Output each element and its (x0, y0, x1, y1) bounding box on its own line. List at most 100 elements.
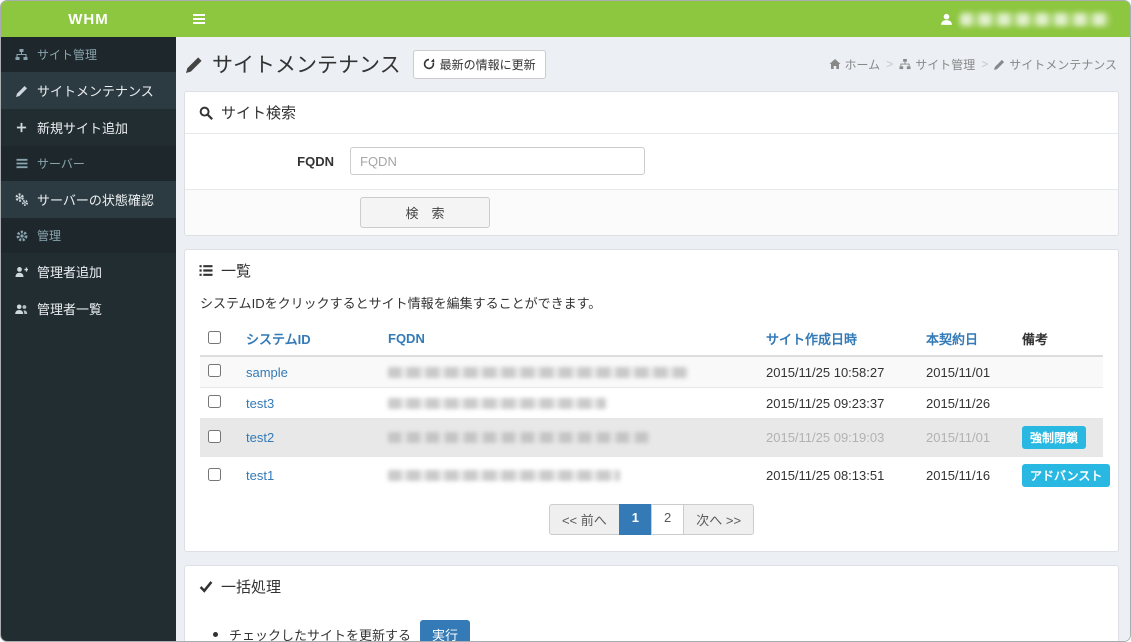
sidebar-item-add-admin[interactable]: 管理者追加 (1, 253, 176, 290)
contract-date-cell: 2015/11/01 (918, 355, 1014, 388)
batch-process-title: 一括処理 (221, 579, 282, 596)
row-select-cell (200, 355, 238, 388)
sidebar-item-label: 管理 (37, 229, 62, 243)
list-icon (199, 264, 213, 277)
bullet-icon (213, 632, 218, 637)
sidebar-item-label: サーバーの状態確認 (37, 193, 154, 208)
created-at-cell: 2015/11/25 09:19:03 (758, 418, 918, 457)
fqdn-label: FQDN (297, 153, 334, 169)
select-all-cell (200, 322, 238, 357)
check-icon (199, 580, 213, 593)
site-list-panel: 一覧 システムIDをクリックするとサイト情報を編集することができます。 システム… (184, 249, 1119, 552)
fqdn-cell (380, 418, 758, 457)
column-contract-date[interactable]: 本契約日 (918, 322, 1014, 357)
column-created-at[interactable]: サイト作成日時 (758, 322, 918, 357)
remark-cell: 強制閉鎖 (1014, 418, 1103, 457)
refresh-icon (423, 58, 435, 70)
sidebar-section-server: サーバー (1, 146, 176, 181)
main-content: サイトメンテナンス 最新の情報に更新 ホーム > サイト管理 > サイトメンテナ… (176, 37, 1130, 642)
fqdn-cell (380, 355, 758, 388)
status-badge: アドバンスト (1022, 464, 1111, 487)
status-badge: 強制閉鎖 (1022, 426, 1087, 449)
site-search-footer: 検 索 (185, 189, 1118, 235)
contract-date-cell: 2015/11/16 (918, 456, 1014, 494)
fqdn-input[interactable] (350, 147, 645, 175)
execute-checked-button[interactable]: 実行 (420, 620, 471, 641)
select-all-checkbox[interactable] (208, 330, 221, 344)
pencil-icon (186, 56, 203, 73)
sidebar-section-site-management: サイト管理 (1, 37, 176, 72)
created-at-cell: 2015/11/25 10:58:27 (758, 355, 918, 388)
sidebar-item-label: サイト管理 (37, 48, 98, 62)
sidebar-item-admin-list[interactable]: 管理者一覧 (1, 290, 176, 327)
page-title-text: サイトメンテナンス (212, 54, 401, 77)
breadcrumb-current-page: サイトメンテナンス (994, 56, 1117, 73)
batch-process-panel: 一括処理 チェックしたサイトを更新する 実行 すべてのサイトを更新する 実行 (184, 565, 1119, 642)
batch-action-checked: チェックしたサイトを更新する 実行 (213, 620, 1103, 642)
sitemap-icon (15, 48, 28, 61)
brand-logo[interactable]: WHM (1, 11, 176, 28)
breadcrumb-home[interactable]: ホーム (829, 56, 880, 73)
column-system-id[interactable]: システムID (238, 322, 380, 357)
home-icon (829, 58, 841, 70)
pagination-page-2[interactable]: 2 (651, 504, 685, 535)
table-row: sample 2015/11/25 10:58:27 2015/11/01 (200, 355, 1103, 388)
system-id-link[interactable]: sample (246, 365, 288, 380)
sidebar: サイト管理 サイトメンテナンス 新規サイト追加 サーバー サーバーの状態確認 管… (1, 37, 176, 641)
contract-date-cell: 2015/11/26 (918, 387, 1014, 419)
row-checkbox[interactable] (208, 467, 221, 481)
refresh-button[interactable]: 最新の情報に更新 (412, 49, 546, 79)
system-id-link[interactable]: test3 (246, 396, 274, 411)
breadcrumb-label: サイトメンテナンス (1009, 57, 1117, 72)
pagination-page-1[interactable]: 1 (618, 504, 652, 535)
username-redacted (960, 12, 1110, 26)
user-plus-icon (15, 266, 28, 278)
hamburger-icon (192, 13, 206, 25)
sidebar-item-label: 管理者一覧 (37, 302, 103, 317)
row-checkbox[interactable] (208, 429, 221, 443)
batch-action-label: チェックしたサイトを更新する (229, 628, 412, 642)
row-checkbox[interactable] (208, 395, 221, 408)
system-id-link[interactable]: test2 (246, 430, 274, 445)
site-search-panel: サイト検索 FQDN 検 索 (184, 91, 1119, 236)
row-checkbox[interactable] (208, 364, 221, 377)
sidebar-item-server-status[interactable]: サーバーの状態確認 (1, 181, 176, 218)
fqdn-redacted (388, 470, 620, 481)
gear-icon (15, 230, 28, 242)
pencil-icon (994, 59, 1005, 70)
sidebar-section-admin: 管理 (1, 218, 176, 253)
created-at-cell: 2015/11/25 08:13:51 (758, 456, 918, 494)
created-at-cell: 2015/11/25 09:23:37 (758, 387, 918, 419)
row-select-cell (200, 456, 238, 494)
system-id-link[interactable]: test1 (246, 468, 274, 483)
fqdn-cell (380, 456, 758, 494)
site-list-heading: 一覧 (185, 250, 1118, 291)
sidebar-toggle-button[interactable] (176, 13, 222, 25)
breadcrumb-site-management[interactable]: サイト管理 (899, 56, 975, 73)
fqdn-redacted (388, 366, 688, 378)
table-row: test2 2015/11/25 09:19:03 2015/11/01 強制閉… (200, 418, 1103, 457)
sidebar-item-label: 新規サイト追加 (37, 121, 129, 136)
sidebar-item-site-maintenance[interactable]: サイトメンテナンス (1, 72, 176, 109)
table-row: test3 2015/11/25 09:23:37 2015/11/26 (200, 387, 1103, 419)
site-list-note: システムIDをクリックするとサイト情報を編集することができます。 (200, 296, 602, 311)
content-header: サイトメンテナンス 最新の情報に更新 ホーム > サイト管理 > サイトメンテナ… (186, 49, 1117, 79)
site-table: システムID FQDN サイト作成日時 本契約日 備考 sample 2015/… (200, 322, 1111, 494)
search-button[interactable]: 検 索 (360, 197, 490, 228)
row-select-cell (200, 418, 238, 457)
user-menu[interactable] (940, 12, 1130, 26)
pencil-icon (15, 85, 28, 97)
pagination-next[interactable]: 次へ >> (683, 504, 755, 535)
sidebar-item-add-new-site[interactable]: 新規サイト追加 (1, 109, 176, 146)
column-remark: 備考 (1014, 322, 1103, 357)
sidebar-item-label: 管理者追加 (37, 265, 103, 280)
sidebar-item-label: サーバー (37, 157, 85, 171)
column-fqdn[interactable]: FQDN (380, 322, 758, 357)
fqdn-redacted (388, 397, 606, 409)
table-header-row: システムID FQDN サイト作成日時 本契約日 備考 (200, 322, 1103, 357)
breadcrumb: ホーム > サイト管理 > サイトメンテナンス (829, 56, 1117, 73)
bars-icon (15, 158, 28, 169)
pagination-prev[interactable]: << 前へ (548, 504, 620, 535)
plus-icon (15, 122, 28, 133)
fqdn-form-row: FQDN (185, 134, 1118, 189)
